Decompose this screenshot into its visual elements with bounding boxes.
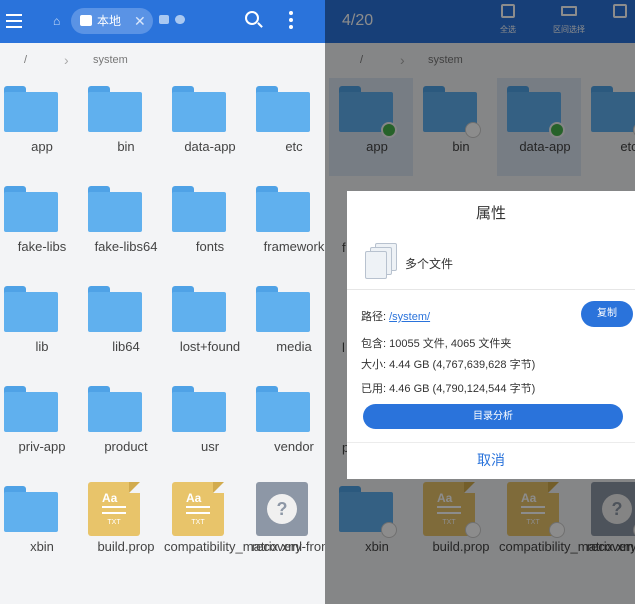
folder-icon (172, 86, 226, 132)
folder-icon (4, 86, 58, 132)
folder-icon (88, 286, 142, 332)
menu-icon[interactable] (6, 14, 22, 28)
folder-icon (172, 286, 226, 332)
breadcrumb-segment[interactable]: system (93, 54, 128, 66)
file-item[interactable]: product (84, 378, 168, 473)
file-item[interactable]: lib (0, 278, 84, 373)
file-name: fonts (195, 239, 225, 254)
image-icon[interactable] (159, 15, 169, 24)
cloud-icon[interactable] (175, 15, 185, 24)
dialog-filename: 多个文件 (405, 257, 454, 271)
folder-icon (4, 386, 58, 432)
file-name: product (104, 439, 148, 454)
file-name: build.prop (97, 539, 155, 554)
file-name: usr (200, 439, 220, 454)
cancel-button[interactable]: 取消 (347, 450, 635, 470)
analyze-button[interactable]: 目录分析 (363, 404, 623, 429)
toolbar: ⌂ 本地 ✕ (0, 0, 325, 43)
chevron-right-icon: › (64, 52, 69, 68)
file-name: framework (263, 239, 325, 254)
dialog-title: 属性 (475, 205, 506, 222)
folder-icon (88, 86, 142, 132)
file-item[interactable]: framework (252, 178, 325, 273)
file-item[interactable]: etc (252, 78, 325, 173)
file-name: app (31, 139, 53, 154)
used-row: 已用: 4.46 GB (4,790,124,544 字节) (361, 383, 536, 395)
file-name: fake-libs (17, 239, 67, 254)
multi-file-icon (363, 243, 399, 279)
folder-icon (256, 86, 310, 132)
file-name: etc (285, 139, 303, 154)
file-name: fake-libs64 (94, 239, 158, 254)
folder-icon (256, 186, 310, 232)
file-item[interactable]: fake-libs64 (84, 178, 168, 273)
file-name: lib (35, 339, 49, 354)
file-item[interactable]: priv-app (0, 378, 84, 473)
path-link[interactable]: /system/ (389, 311, 430, 323)
file-name: priv-app (18, 439, 66, 454)
path-row: 路径: /system/ (361, 308, 430, 324)
unknown-file-icon: ? (256, 482, 308, 536)
divider (347, 289, 635, 290)
file-browser-pane: ⌂ 本地 ✕ / › system app bin data-app etc fake-… (0, 0, 325, 604)
file-name: bin (117, 139, 135, 154)
size-row: 大小: 4.44 GB (4,767,639,628 字节) (361, 359, 536, 371)
file-name: media (276, 339, 312, 354)
file-item[interactable]: media (252, 278, 325, 373)
home-icon[interactable]: ⌂ (53, 14, 60, 28)
folder-icon (256, 386, 310, 432)
properties-pane: 4/20 全选 区间选择 / › system app bin data-app et… (325, 0, 635, 604)
file-item[interactable]: bin (84, 78, 168, 173)
contains-row: 包含: 10055 文件, 4065 文件夹 (361, 338, 512, 350)
file-item[interactable]: lib64 (84, 278, 168, 373)
folder-icon (256, 286, 310, 332)
file-name: lib64 (112, 339, 140, 354)
copy-button[interactable]: 复制 (581, 301, 633, 327)
path-label: 路径: (361, 311, 387, 323)
divider (347, 442, 635, 443)
storage-icon (80, 15, 92, 26)
file-item[interactable]: Aa TXT build.prop (84, 478, 168, 573)
file-item[interactable]: Aa TXT compatibility_matrix.xml (164, 478, 302, 573)
file-name: recovery-from- (251, 539, 325, 554)
folder-icon (172, 386, 226, 432)
search-icon[interactable] (245, 11, 263, 28)
file-name: xbin (30, 539, 54, 554)
breadcrumb-root[interactable]: / (24, 54, 27, 66)
file-item[interactable]: vendor (252, 378, 325, 473)
tab-local[interactable]: 本地 ✕ (71, 8, 153, 34)
folder-icon (4, 486, 58, 532)
breadcrumb: / › system (0, 43, 325, 78)
folder-icon (88, 186, 142, 232)
file-item[interactable]: usr (168, 378, 252, 473)
file-item[interactable]: ? recovery-from- (252, 478, 325, 573)
file-item[interactable]: data-app (168, 78, 252, 173)
folder-icon (4, 286, 58, 332)
close-icon[interactable]: ✕ (134, 8, 146, 34)
folder-icon (88, 386, 142, 432)
file-item[interactable]: lost+found (168, 278, 252, 373)
file-name: compatibility_matrix.xml (164, 539, 302, 554)
file-name: vendor (274, 439, 314, 454)
file-item[interactable]: app (0, 78, 84, 173)
file-name: data-app (184, 139, 236, 154)
file-name: lost+found (179, 339, 241, 354)
properties-dialog: 属性 多个文件 路径: /system/ 复制 包含: 10055 文件, 40… (347, 191, 635, 479)
file-item[interactable]: fonts (168, 178, 252, 273)
file-item[interactable]: xbin (0, 478, 84, 573)
text-file-icon: Aa TXT (172, 482, 224, 536)
text-file-icon: Aa TXT (88, 482, 140, 536)
tab-label: 本地 (97, 14, 122, 28)
file-item[interactable]: fake-libs (0, 178, 84, 273)
more-icon[interactable] (289, 11, 293, 31)
folder-icon (172, 186, 226, 232)
folder-icon (4, 186, 58, 232)
